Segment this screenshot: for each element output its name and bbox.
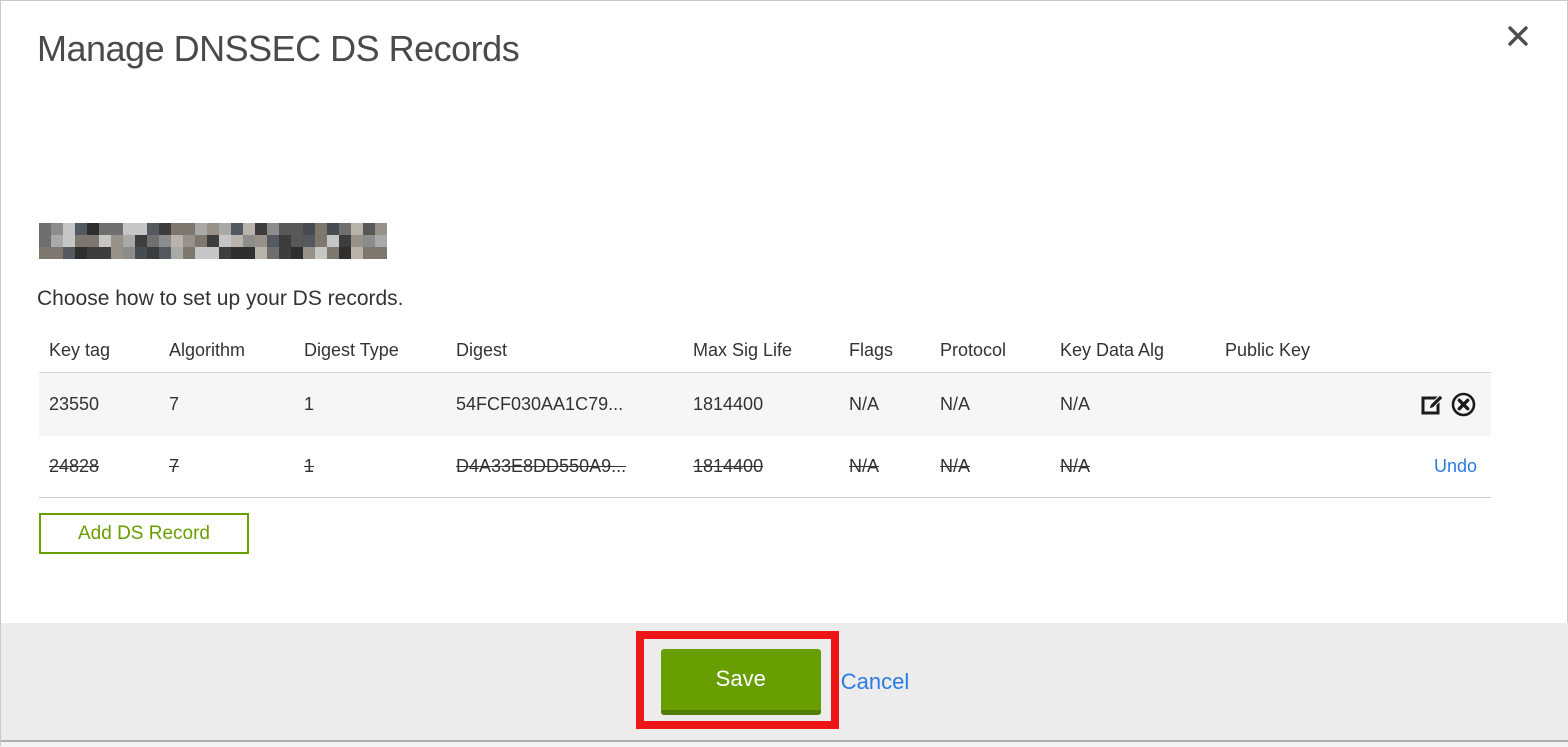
cancel-link[interactable]: Cancel — [841, 669, 909, 695]
ds-records-table: Key tag Algorithm Digest Type Digest Max… — [39, 328, 1491, 498]
col-header-public-key: Public Key — [1225, 339, 1311, 360]
cell-digest-type: 1 — [304, 394, 315, 414]
intro-text: Choose how to set up your DS records. — [37, 287, 404, 310]
manage-dnssec-modal: { "modal": { "title": "Manage DNSSEC DS … — [0, 0, 1568, 747]
delete-record-icon[interactable] — [1450, 391, 1477, 418]
col-header-protocol: Protocol — [940, 339, 1007, 360]
cell-algorithm: 7 — [169, 394, 180, 414]
cell-digest: 54FCF030AA1C79... — [456, 394, 624, 414]
cell-flags: N/A — [849, 394, 880, 414]
modal-footer: Save Cancel — [1, 623, 1568, 740]
col-header-flags: Flags — [849, 339, 894, 360]
col-header-max-sig-life: Max Sig Life — [693, 339, 793, 360]
background-strip — [1, 742, 1568, 747]
edit-record-icon[interactable] — [1420, 391, 1447, 418]
cell-protocol: N/A — [940, 456, 971, 476]
table-row-deleted: 24828 7 1 D4A33E8DD550A9... 1814400 N/A … — [39, 436, 1491, 498]
cell-protocol: N/A — [940, 394, 971, 414]
cell-max-sig-life: 1814400 — [693, 394, 764, 414]
col-header-digest: Digest — [456, 339, 508, 360]
cell-key-tag: 23550 — [49, 394, 100, 414]
page-title: Manage DNSSEC DS Records — [37, 28, 520, 69]
cell-max-sig-life: 1814400 — [693, 456, 764, 476]
cell-key-data-alg: N/A — [1060, 394, 1091, 414]
cell-digest: D4A33E8DD550A9... — [456, 456, 627, 476]
redacted-domain-name — [39, 223, 387, 259]
col-header-key-data-alg: Key Data Alg — [1060, 339, 1165, 360]
table-row: 23550 7 1 54FCF030AA1C79... 1814400 N/A … — [39, 373, 1491, 436]
add-ds-record-button[interactable]: Add DS Record — [39, 513, 249, 554]
save-button[interactable]: Save — [660, 648, 821, 715]
row-actions — [1355, 391, 1477, 418]
save-button-wrap: Save — [635, 630, 839, 729]
row-actions: Undo — [1355, 456, 1477, 477]
table-header-row: Key tag Algorithm Digest Type Digest Max… — [39, 328, 1491, 373]
col-header-algorithm: Algorithm — [169, 339, 246, 360]
col-header-digest-type: Digest Type — [304, 339, 399, 360]
col-header-key-tag: Key tag — [49, 339, 111, 360]
cell-key-tag: 24828 — [49, 456, 100, 476]
close-icon — [1507, 25, 1529, 52]
cell-algorithm: 7 — [169, 456, 180, 476]
close-button[interactable] — [1503, 23, 1533, 53]
cell-digest-type: 1 — [304, 456, 315, 476]
cell-flags: N/A — [849, 456, 880, 476]
undo-link[interactable]: Undo — [1434, 456, 1477, 477]
cell-key-data-alg: N/A — [1060, 456, 1091, 476]
